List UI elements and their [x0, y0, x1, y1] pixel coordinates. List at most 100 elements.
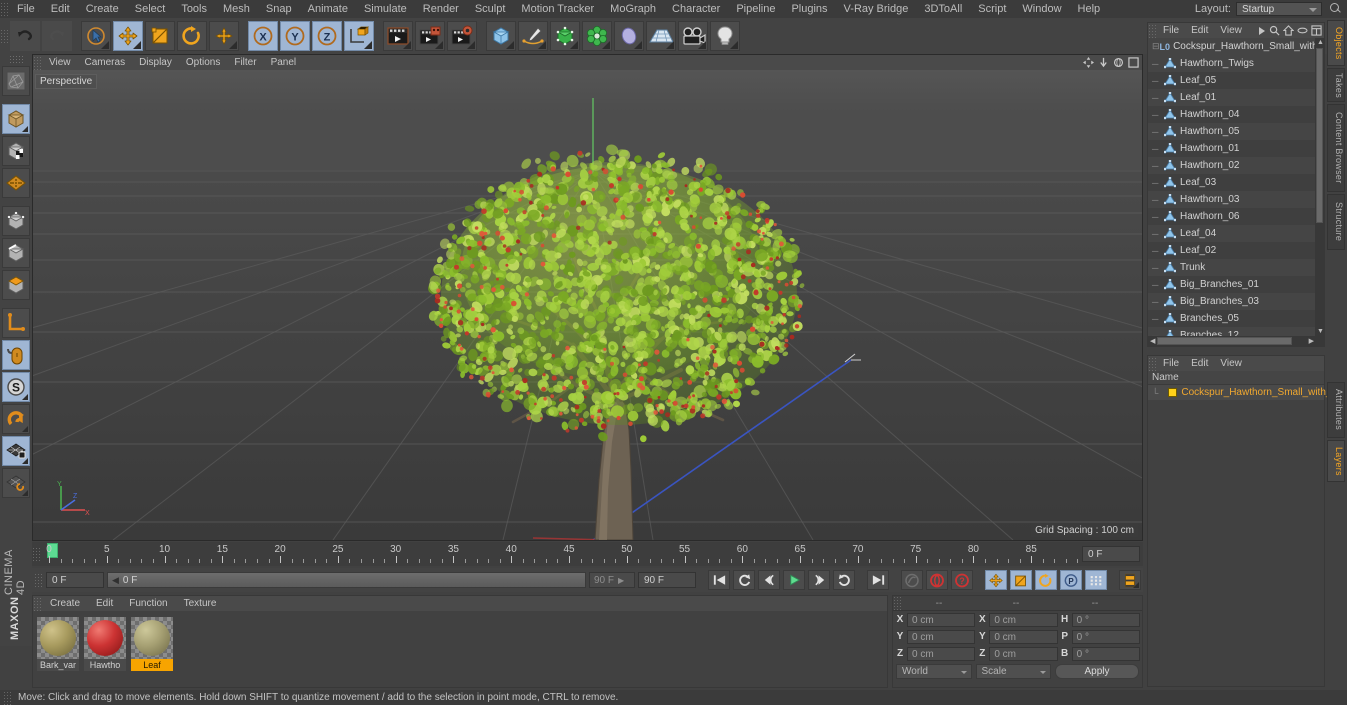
lock-z-axis-button[interactable]: Z [312, 21, 342, 51]
parameter-key-button[interactable]: P [1060, 570, 1082, 590]
object-tree[interactable]: ⊟ L0 Cockspur_Hawthorn_Small_with ─ Hawth… [1148, 38, 1315, 336]
material-thumbnail[interactable] [131, 617, 173, 659]
render-view-button[interactable] [383, 21, 413, 51]
coordinate-system-dropdown[interactable]: World [896, 664, 972, 679]
scroll-left-arrow-icon[interactable]: ◀ [1150, 337, 1155, 345]
document-end-field[interactable]: 90 F [638, 572, 696, 588]
viewport-menu-cameras[interactable]: Cameras [78, 55, 133, 70]
coord-field-pos-y[interactable]: 0 cm [907, 629, 976, 644]
tab-structure[interactable]: Structure [1327, 194, 1345, 250]
object-tree-item[interactable]: ─ Big_Branches_03 [1148, 293, 1315, 310]
coord-field-size-y[interactable]: 0 cm [989, 629, 1058, 644]
viewport-canvas[interactable]: Y X Z Grid Spacing : 100 cm [33, 70, 1142, 540]
add-environment-button[interactable] [614, 21, 644, 51]
add-spline-button[interactable] [518, 21, 548, 51]
search-icon[interactable] [1327, 1, 1343, 17]
object-tree-root-row[interactable]: ⊟ L0 Cockspur_Hawthorn_Small_with [1148, 38, 1315, 55]
step-back-button[interactable] [758, 570, 780, 590]
points-mode-button[interactable] [2, 206, 30, 236]
attributes-menu-view[interactable]: View [1214, 356, 1248, 371]
viewport-grip[interactable] [33, 55, 42, 70]
object-tree-item[interactable]: ─ Hawthorn_05 [1148, 123, 1315, 140]
texture-mode-button[interactable] [2, 136, 30, 166]
scroll-down-arrow-icon[interactable]: ▼ [1317, 328, 1324, 335]
menu-item-simulate[interactable]: Simulate [356, 0, 415, 18]
tab-attributes[interactable]: Attributes [1327, 382, 1345, 438]
play-reverse-loop-button[interactable] [733, 570, 755, 590]
timeline-track-bar[interactable]: ◀ 0 F [107, 572, 586, 588]
coord-field-size-z[interactable]: 0 cm [989, 646, 1058, 661]
object-manager-grip[interactable] [1148, 23, 1157, 38]
material-item-leaf[interactable]: Leaf [131, 617, 173, 671]
object-tree-item[interactable]: ─ Hawthorn_Twigs [1148, 55, 1315, 72]
coord-field-rot-b[interactable]: 0 ° [1071, 646, 1140, 661]
live-selection-tool[interactable] [81, 21, 111, 51]
play-button[interactable] [783, 570, 805, 590]
ellipse-icon[interactable] [1297, 26, 1308, 35]
coord-field-rot-p[interactable]: 0 ° [1071, 629, 1140, 644]
enable-axis-button[interactable]: S [2, 372, 30, 402]
menu-item-snap[interactable]: Snap [258, 0, 300, 18]
autokey-button[interactable] [901, 570, 923, 590]
material-menu-texture[interactable]: Texture [176, 596, 225, 611]
viewport-menu-filter[interactable]: Filter [227, 55, 263, 70]
menu-item-sculpt[interactable]: Sculpt [467, 0, 514, 18]
add-deformer-button[interactable] [582, 21, 612, 51]
viewport-solo-button[interactable] [2, 340, 30, 370]
go-to-start-button[interactable] [708, 570, 730, 590]
play-forward-loop-button[interactable] [833, 570, 855, 590]
edges-mode-button[interactable] [2, 238, 30, 268]
menu-item-window[interactable]: Window [1014, 0, 1069, 18]
material-menu-edit[interactable]: Edit [88, 596, 121, 611]
menu-item-animate[interactable]: Animate [300, 0, 356, 18]
attributes-manager-grip[interactable] [1148, 356, 1157, 371]
point-level-anim-button[interactable] [1085, 570, 1107, 590]
menu-item-help[interactable]: Help [1070, 0, 1109, 18]
rotate-icon[interactable] [1113, 57, 1124, 68]
object-tree-item[interactable]: ─ Leaf_02 [1148, 242, 1315, 259]
object-tree-item[interactable]: ─ Hawthorn_06 [1148, 208, 1315, 225]
menu-item-file[interactable]: File [9, 0, 43, 18]
axis-modify-button[interactable] [2, 308, 30, 338]
layout-dropdown[interactable]: Startup [1236, 2, 1322, 16]
coord-field-size-x[interactable]: 0 cm [989, 612, 1058, 627]
object-tree-item[interactable]: ─ Hawthorn_04 [1148, 106, 1315, 123]
animbar-current-frame[interactable]: 0 F [46, 572, 104, 588]
menu-item-mograph[interactable]: MoGraph [602, 0, 664, 18]
preview-end-field[interactable]: 90 F ▶ [589, 572, 635, 588]
material-menu-function[interactable]: Function [121, 596, 175, 611]
render-settings-button[interactable] [447, 21, 477, 51]
object-tree-item[interactable]: ─ Big_Branches_01 [1148, 276, 1315, 293]
object-menu-edit[interactable]: Edit [1185, 23, 1214, 38]
go-to-end-button[interactable] [867, 570, 889, 590]
object-tree-item[interactable]: ─ Leaf_03 [1148, 174, 1315, 191]
material-manager-grip[interactable] [33, 596, 42, 611]
material-item-bark[interactable]: Bark_var [37, 617, 79, 671]
redo-button[interactable] [42, 21, 72, 51]
scroll-up-arrow-icon[interactable]: ▲ [1317, 39, 1324, 46]
object-tree-item[interactable]: ─ Branches_05 [1148, 310, 1315, 327]
world-object-coordinate-button[interactable] [344, 21, 374, 51]
current-frame-field[interactable]: 0 F [1082, 546, 1140, 562]
menu-item-3dtoall[interactable]: 3DToAll [916, 0, 970, 18]
scale-key-button[interactable] [1010, 570, 1032, 590]
rotation-key-button[interactable] [1035, 570, 1057, 590]
viewport-menu-options[interactable]: Options [179, 55, 227, 70]
add-camera-button[interactable] [678, 21, 708, 51]
model-mode-button[interactable] [2, 104, 30, 134]
arrow-right-icon[interactable] [1258, 26, 1266, 36]
add-generator-button[interactable] [550, 21, 580, 51]
add-cube-object-button[interactable] [486, 21, 516, 51]
coord-field-pos-z[interactable]: 0 cm [907, 646, 976, 661]
menu-item-tools[interactable]: Tools [173, 0, 215, 18]
material-item-hawthorn[interactable]: Hawtho [84, 617, 126, 671]
object-tree-item[interactable]: ─ Hawthorn_01 [1148, 140, 1315, 157]
object-menu-file[interactable]: File [1157, 23, 1185, 38]
status-bar-grip[interactable] [3, 690, 12, 705]
tab-objects[interactable]: Objects [1327, 20, 1345, 66]
menu-item-pipeline[interactable]: Pipeline [728, 0, 783, 18]
apply-button[interactable]: Apply [1055, 664, 1139, 679]
move-tool[interactable] [113, 21, 143, 51]
dolly-icon[interactable] [1098, 57, 1109, 68]
menu-item-render[interactable]: Render [415, 0, 467, 18]
